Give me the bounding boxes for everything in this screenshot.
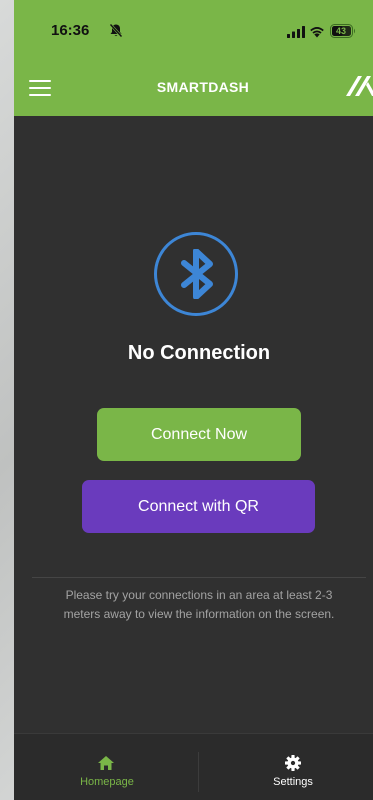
status-bar: 16:36 43 <box>14 0 373 60</box>
nav-item-settings[interactable]: Settings <box>199 734 373 800</box>
wifi-icon <box>310 27 324 38</box>
bottom-navigation: Homepage Settings <box>14 733 373 800</box>
nav-label-homepage: Homepage <box>80 776 134 788</box>
battery-level: 43 <box>335 26 346 36</box>
app-title: SMARTDASH <box>156 79 250 95</box>
connect-with-qr-button[interactable]: Connect with QR <box>82 480 315 533</box>
nav-item-homepage[interactable]: Homepage <box>14 734 194 800</box>
app-header: 16:36 43 SMARTDASH <box>14 0 373 116</box>
gear-icon <box>285 755 301 771</box>
bluetooth-status-indicator <box>154 232 238 316</box>
signal-icon <box>287 26 305 38</box>
bell-muted-icon <box>109 23 123 38</box>
bluetooth-icon <box>181 249 213 299</box>
connect-now-button[interactable]: Connect Now <box>97 408 301 461</box>
phone-screen: 16:36 43 SMARTDASH No Connection Connect… <box>14 0 373 800</box>
connection-hint-text: Please try your connections in an area a… <box>63 588 335 621</box>
connection-status-heading: No Connection <box>127 342 271 364</box>
status-time: 16:36 <box>51 22 90 39</box>
main-content: No Connection Connect Now Connect with Q… <box>14 116 373 733</box>
nav-label-settings: Settings <box>273 776 313 788</box>
brand-logo-icon <box>346 76 373 96</box>
home-icon <box>98 756 114 770</box>
divider <box>32 577 366 578</box>
